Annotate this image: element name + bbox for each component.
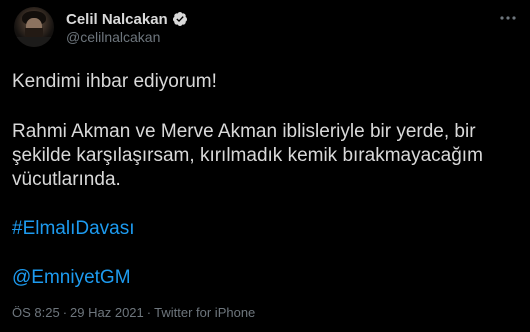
meta-separator: · [146, 305, 152, 320]
tweet-source[interactable]: Twitter for iPhone [154, 305, 255, 320]
tweet-text-line: vücutlarında. [12, 169, 121, 190]
tweet-time[interactable]: ÖS 8:25 [12, 305, 60, 320]
tweet-text-line: şekilde karşılaşırsam, kırılmadık kemik … [12, 145, 483, 166]
verified-badge-icon [172, 12, 187, 26]
tweet: Celil Nalcakan @celilnalcakan Kendimi ih… [0, 0, 530, 332]
tweet-text-paragraph-1: Kendimi ihbar ediyorum! [12, 71, 217, 92]
avatar[interactable] [14, 7, 54, 47]
tweet-date[interactable]: 29 Haz 2021 [70, 305, 144, 320]
more-options-icon[interactable] [498, 13, 518, 23]
tweet-text-paragraph-2: Rahmi Akman ve Merve Akman iblisleriyle … [12, 120, 483, 192]
author-name-row: Celil Nalcakan [66, 10, 188, 28]
author-handle[interactable]: @celilnalcakan [66, 29, 160, 45]
hashtag-link[interactable]: #ElmalıDavası [12, 217, 135, 241]
meta-separator: · [62, 305, 68, 320]
author-display-name[interactable]: Celil Nalcakan [66, 11, 168, 28]
tweet-meta: ÖS 8:25 · 29 Haz 2021 · Twitter for iPhone [12, 305, 255, 320]
mention-link[interactable]: @EmniyetGM [12, 266, 131, 290]
tweet-text-line: Rahmi Akman ve Merve Akman iblisleriyle … [12, 121, 476, 142]
